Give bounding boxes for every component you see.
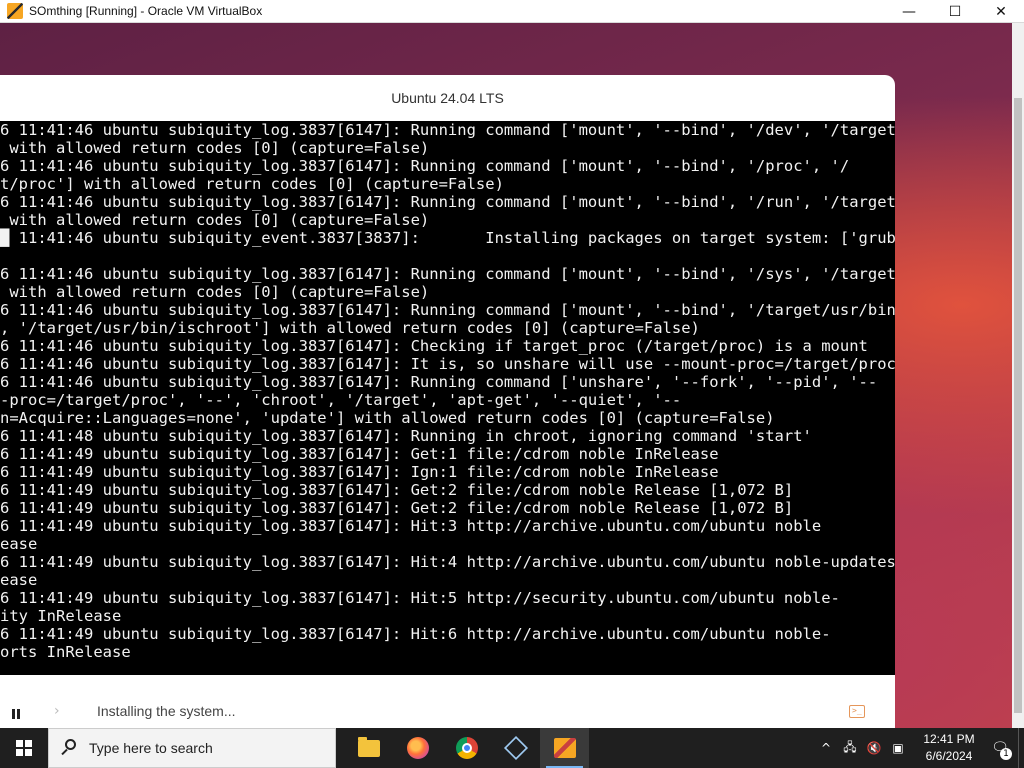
log-line: 6 11:41:49 ubuntu subiquity_log.3837[614… <box>0 589 840 607</box>
show-hidden-icons-chevron-icon[interactable]: ^ <box>818 741 834 755</box>
log-line: 6 11:41:49 ubuntu subiquity_log.3837[614… <box>0 445 719 463</box>
log-line: , '/target/usr/bin/ischroot'] with allow… <box>0 319 700 337</box>
log-line: 6 11:41:46 ubuntu subiquity_log.3837[614… <box>0 265 895 283</box>
terminal-icon[interactable]: >_ <box>849 705 865 718</box>
log-line: 6 11:41:49 ubuntu subiquity_log.3837[614… <box>0 481 794 499</box>
log-line: 6 11:41:49 ubuntu subiquity_log.3837[614… <box>0 553 895 571</box>
log-line: 6 11:41:46 ubuntu subiquity_log.3837[614… <box>0 301 895 319</box>
log-line: orts InRelease <box>0 643 131 661</box>
notification-center-button[interactable]: 🗨 1 <box>982 728 1018 768</box>
network-icon[interactable]: 🖧 <box>842 738 858 759</box>
install-status-text: Installing the system... <box>97 703 236 719</box>
chrome-button[interactable] <box>442 728 491 768</box>
virtualbox-cube-icon <box>503 735 528 761</box>
log-line: with allowed return codes [0] (capture=F… <box>0 211 430 229</box>
log-line: with allowed return codes [0] (capture=F… <box>0 139 430 157</box>
install-log-terminal[interactable]: 6 11:41:46 ubuntu subiquity_log.3837[614… <box>0 121 895 675</box>
chevron-right-icon[interactable]: › <box>54 703 60 719</box>
clock-date: 6/6/2024 <box>925 749 973 763</box>
installer-window: Ubuntu 24.04 LTS 6 11:41:46 ubuntu subiq… <box>0 75 895 728</box>
window-controls: — ☐ ✕ <box>886 0 1024 23</box>
vertical-scrollbar[interactable] <box>1012 23 1024 728</box>
window-title: SOmthing [Running] - Oracle VM VirtualBo… <box>29 4 263 18</box>
log-line: 6 11:41:46 ubuntu subiquity_log.3837[614… <box>0 157 850 175</box>
clock-time: 12:41 PM <box>923 732 975 746</box>
scrollbar-thumb[interactable] <box>1014 98 1022 713</box>
installer-footer <box>0 675 895 728</box>
installer-title: Ubuntu 24.04 LTS <box>391 90 504 106</box>
file-explorer-button[interactable] <box>344 728 393 768</box>
taskbar: Type here to search ^ 🖧 🔇 ▣ 12:41 PM 6/6… <box>0 728 1024 768</box>
log-line: 6 11:41:49 ubuntu subiquity_log.3837[614… <box>0 499 794 517</box>
firefox-icon <box>406 737 429 759</box>
windows-logo-icon <box>16 740 32 756</box>
log-line: 6 11:41:49 ubuntu subiquity_log.3837[614… <box>0 463 719 481</box>
display-icon[interactable]: ▣ <box>890 741 906 755</box>
volume-muted-icon[interactable]: 🔇 <box>866 741 882 755</box>
show-desktop-button[interactable] <box>1018 728 1024 768</box>
virtualbox-icon <box>7 3 23 19</box>
search-placeholder: Type here to search <box>89 740 213 756</box>
log-line: 6 11:41:48 ubuntu subiquity_log.3837[614… <box>0 427 812 445</box>
firefox-button[interactable] <box>393 728 442 768</box>
search-icon <box>61 739 79 757</box>
log-line: ease <box>0 571 38 589</box>
log-line: █ 11:41:46 ubuntu subiquity_event.3837[3… <box>0 229 895 247</box>
log-line: -proc=/target/proc', '--', 'chroot', '/t… <box>0 391 682 409</box>
close-button[interactable]: ✕ <box>978 0 1024 23</box>
log-line: 6 11:41:49 ubuntu subiquity_log.3837[614… <box>0 625 831 643</box>
chrome-icon <box>455 737 478 759</box>
installer-header: Ubuntu 24.04 LTS <box>0 75 895 121</box>
log-line: ease <box>0 535 38 553</box>
log-line: 6 11:41:49 ubuntu subiquity_log.3837[614… <box>0 517 822 535</box>
virtualbox-manager-button[interactable] <box>491 728 540 768</box>
log-line: 6 11:41:46 ubuntu subiquity_log.3837[614… <box>0 355 895 373</box>
clock[interactable]: 12:41 PM 6/6/2024 <box>916 731 982 765</box>
log-line: n=Acquire::Languages=none', 'update'] wi… <box>0 409 775 427</box>
virtualbox-vm-button[interactable] <box>540 728 589 768</box>
log-line: 6 11:41:46 ubuntu subiquity_log.3837[614… <box>0 373 878 391</box>
taskbar-search[interactable]: Type here to search <box>48 728 336 768</box>
notification-badge: 1 <box>1000 748 1012 760</box>
virtualbox-vm-icon <box>553 738 576 758</box>
log-line: ity InRelease <box>0 607 122 625</box>
log-line: 6 11:41:46 ubuntu subiquity_log.3837[614… <box>0 337 868 355</box>
log-line: t/proc'] with allowed return codes [0] (… <box>0 175 504 193</box>
minimize-button[interactable]: — <box>886 0 932 23</box>
pause-icon[interactable] <box>10 708 22 720</box>
log-line: 6 11:41:46 ubuntu subiquity_log.3837[614… <box>0 193 895 211</box>
log-line: 6 11:41:46 ubuntu subiquity_log.3837[614… <box>0 121 895 139</box>
vbox-titlebar: SOmthing [Running] - Oracle VM VirtualBo… <box>0 0 1024 23</box>
folder-icon <box>357 736 380 757</box>
system-tray: ^ 🖧 🔇 ▣ 12:41 PM 6/6/2024 🗨 1 <box>814 728 1024 768</box>
maximize-button[interactable]: ☐ <box>932 0 978 23</box>
log-line: with allowed return codes [0] (capture=F… <box>0 283 430 301</box>
start-button[interactable] <box>0 728 48 768</box>
taskbar-apps <box>344 728 589 768</box>
